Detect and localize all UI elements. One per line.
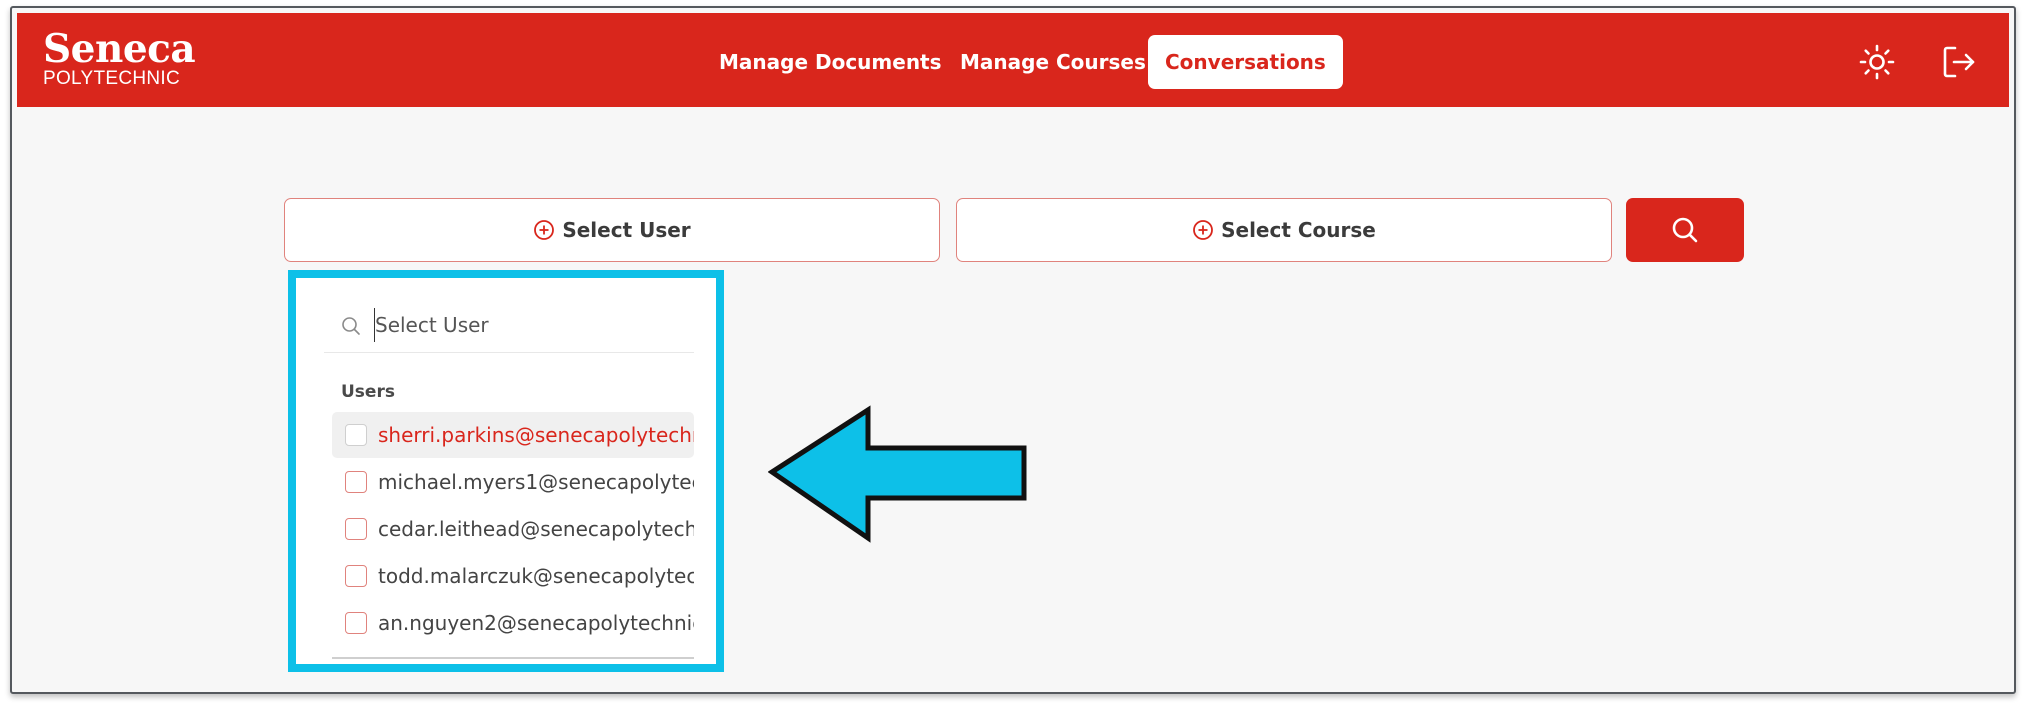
user-search-input[interactable]	[374, 308, 685, 342]
checkbox[interactable]	[345, 471, 367, 493]
plus-circle-icon	[534, 220, 555, 240]
user-email: sherri.parkins@senecapolytechnic.ca	[378, 423, 694, 447]
arrow-left-icon	[768, 405, 1027, 543]
plus-circle-icon	[1193, 220, 1214, 240]
user-option[interactable]: michael.myers1@senecapolytechnic.ca	[332, 459, 694, 505]
sun-icon[interactable]	[1858, 43, 1896, 81]
checkbox[interactable]	[345, 518, 367, 540]
checkbox[interactable]	[345, 612, 367, 634]
logo-subtitle: POLYTECHNIC	[43, 68, 181, 89]
logo-wordmark: Seneca	[43, 26, 196, 72]
user-email: an.nguyen2@senecapolytechnic.ca	[378, 611, 694, 635]
user-email: cedar.leithead@senecapolytechnic.ca	[378, 517, 694, 541]
select-user-label: Select User	[562, 218, 691, 242]
search-icon	[342, 317, 360, 335]
select-course-label: Select Course	[1221, 218, 1376, 242]
logout-icon[interactable]	[1940, 43, 1978, 81]
user-option[interactable]: an.nguyen2@senecapolytechnic.ca	[332, 600, 694, 646]
user-option[interactable]: todd.malarczuk@senecapolytechnic.ca	[332, 553, 694, 599]
app-window: Seneca POLYTECHNIC Manage Documents Mana…	[10, 6, 2016, 694]
user-email: michael.myers1@senecapolytechnic.ca	[378, 470, 694, 494]
dropdown-divider	[332, 657, 694, 659]
user-option[interactable]: cedar.leithead@senecapolytechnic.ca	[332, 506, 694, 552]
checkbox[interactable]	[345, 565, 367, 587]
select-course-button[interactable]: Select Course	[956, 198, 1612, 262]
user-list: sherri.parkins@senecapolytechnic.ca mich…	[332, 412, 694, 647]
checkbox[interactable]	[345, 424, 367, 446]
select-user-dropdown: Users sherri.parkins@senecapolytechnic.c…	[288, 270, 724, 672]
users-group-heading: Users	[341, 382, 395, 402]
user-option[interactable]: sherri.parkins@senecapolytechnic.ca	[332, 412, 694, 458]
dropdown-search	[324, 300, 694, 353]
select-user-button[interactable]: Select User	[284, 198, 940, 262]
seneca-logo[interactable]: Seneca POLYTECHNIC	[43, 26, 196, 89]
top-navbar: Seneca POLYTECHNIC Manage Documents Mana…	[17, 13, 2009, 107]
nav-manage-courses[interactable]: Manage Courses	[960, 35, 1146, 89]
user-email: todd.malarczuk@senecapolytechnic.ca	[378, 564, 694, 588]
search-button[interactable]	[1626, 198, 1744, 262]
nav-conversations[interactable]: Conversations	[1148, 35, 1343, 89]
search-icon	[1672, 217, 1698, 243]
nav-manage-documents[interactable]: Manage Documents	[719, 35, 942, 89]
